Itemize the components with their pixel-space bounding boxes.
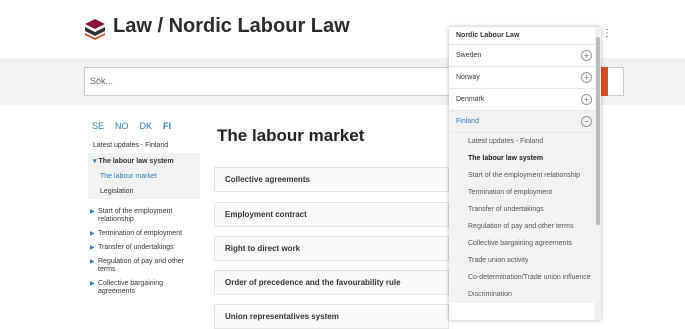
menu-item-label: Sweden: [456, 52, 482, 59]
sidebar-item-label: Regulation of pay and other terms: [98, 258, 185, 273]
menu-subitem-trade-union-activity[interactable]: Trade union activity: [449, 252, 601, 269]
menu-subitem-discrimination[interactable]: Discrimination: [449, 286, 601, 303]
sidebar-item-transfer[interactable]: ▶ Transfer of undertakings: [88, 241, 200, 255]
collapse-minus-icon[interactable]: −: [581, 116, 592, 127]
caret-right-icon: ▶: [90, 281, 95, 287]
scrollbar-thumb[interactable]: [596, 37, 600, 225]
accordion-right-to-direct-work[interactable]: Right to direct work: [214, 236, 449, 261]
menu-subitem-start-employment[interactable]: Start of the employment relationship: [449, 167, 601, 184]
caret-right-icon: ▶: [90, 209, 95, 215]
menu-item-label: Denmark: [456, 96, 485, 103]
sidebar-item-labour-market[interactable]: The labour market: [88, 169, 200, 184]
sidebar-item-label: The labour law system: [98, 158, 174, 165]
caret-right-icon: ▶: [90, 259, 95, 265]
tab-fi[interactable]: FI: [163, 121, 171, 131]
caret-right-icon: ▶: [90, 245, 95, 251]
menu-item-label: Finland: [456, 118, 479, 125]
accordion-collective-agreements[interactable]: Collective agreements: [214, 167, 449, 192]
expand-plus-icon[interactable]: +: [581, 50, 592, 61]
sidebar-item-collective[interactable]: ▶ Collective bargaining agreements: [88, 277, 200, 299]
menu-item-label: Norway: [456, 74, 480, 81]
sidebar-item-latest[interactable]: Latest updates - Finland: [88, 138, 200, 153]
expand-plus-icon[interactable]: +: [581, 94, 592, 105]
menu-item-denmark[interactable]: Denmark +: [449, 89, 601, 111]
language-tabs: SE NO DK FI: [92, 121, 182, 131]
menu-item-finland[interactable]: Finland −: [449, 111, 601, 133]
sidebar-item-termination[interactable]: ▶ Termination of employment: [88, 227, 200, 241]
main-heading: The labour market: [217, 126, 365, 145]
sidebar-item-label: Start of the employment relationship: [98, 208, 173, 223]
sidebar-item-label: Termination of employment: [98, 230, 183, 237]
tab-no[interactable]: NO: [115, 121, 129, 131]
tab-dk[interactable]: DK: [140, 121, 153, 131]
menu-subitem-latest[interactable]: Latest updates - Finland: [449, 133, 601, 150]
tab-se[interactable]: SE: [92, 121, 104, 131]
sidebar-item-label: Collective bargaining agreements: [98, 280, 163, 295]
dropdown-scrollbar[interactable]: [595, 27, 601, 320]
sidebar-nav: Latest updates - Finland ▾ The labour la…: [88, 138, 200, 299]
accordion-employment-contract[interactable]: Employment contract: [214, 202, 449, 227]
sidebar-item-regulation[interactable]: ▶ Regulation of pay and other terms: [88, 255, 200, 277]
logo-icon: [85, 19, 105, 40]
sidebar-item-label: Transfer of undertakings: [98, 244, 174, 251]
expand-plus-icon[interactable]: +: [581, 72, 592, 83]
menu-subitem-collective-bargaining[interactable]: Collective bargaining agreements: [449, 235, 601, 252]
menu-subitem-labour-law-system[interactable]: The labour law system: [449, 150, 601, 167]
search-button[interactable]: [600, 67, 608, 96]
sidebar-item-legislation[interactable]: Legislation: [88, 184, 200, 199]
caret-right-icon: ▶: [90, 231, 95, 237]
sidebar-item-labour-law-system[interactable]: ▾ The labour law system: [88, 153, 200, 169]
menu-subitem-transfer[interactable]: Transfer of undertakings: [449, 201, 601, 218]
accordion-order-of-precedence[interactable]: Order of precedence and the favourabilit…: [214, 270, 449, 295]
dropdown-title: Nordic Labour Law: [449, 27, 601, 45]
sidebar-item-start-employment[interactable]: ▶ Start of the employment relationship: [88, 205, 200, 227]
page-title: Law / Nordic Labour Law: [113, 15, 350, 37]
menu-subitem-regulation[interactable]: Regulation of pay and other terms: [449, 218, 601, 235]
menu-dots-icon[interactable]: ⋮: [602, 28, 612, 39]
menu-item-sweden[interactable]: Sweden +: [449, 45, 601, 67]
menu-subitem-termination[interactable]: Termination of employment: [449, 184, 601, 201]
menu-item-norway[interactable]: Norway +: [449, 67, 601, 89]
nordic-menu-dropdown: Nordic Labour Law Sweden + Norway + Denmar…: [449, 27, 601, 320]
accordion-union-representatives[interactable]: Union representatives system: [214, 304, 449, 329]
menu-subitem-co-determination[interactable]: Co-determination/Trade union influence: [449, 269, 601, 286]
